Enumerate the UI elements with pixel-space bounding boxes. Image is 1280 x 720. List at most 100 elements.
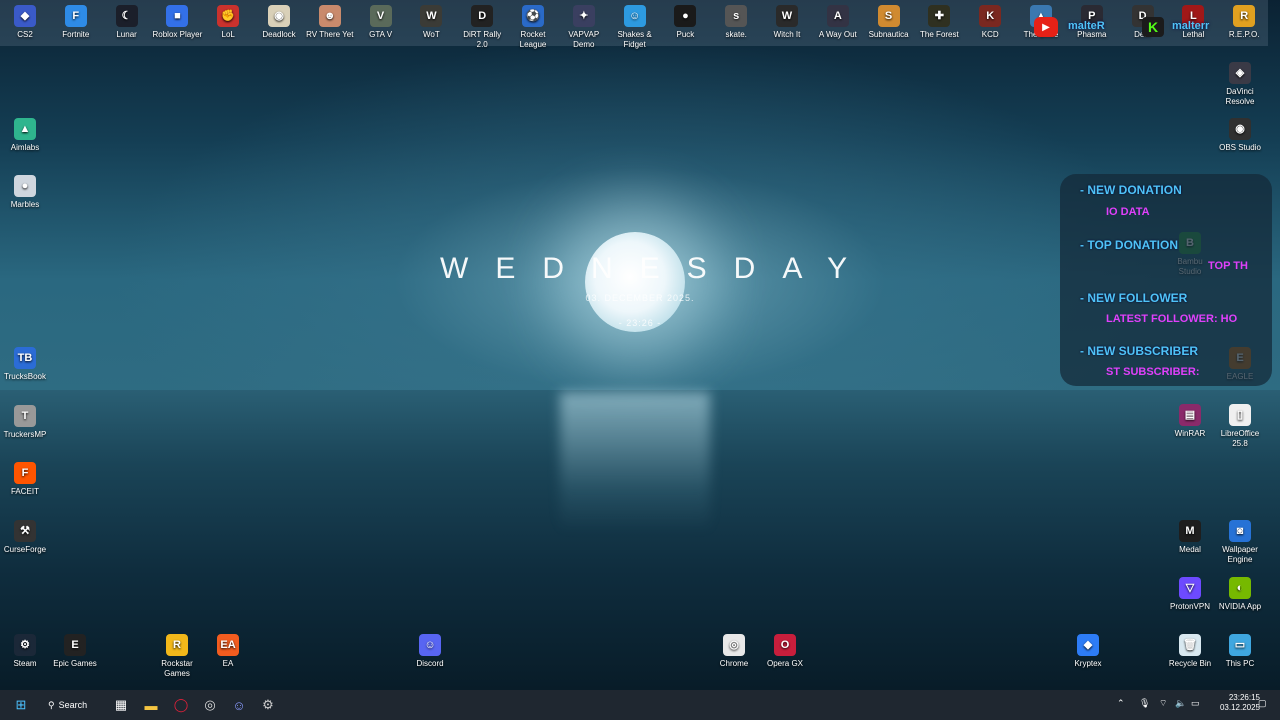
search-icon: ⚲: [48, 699, 55, 710]
desktop-icon-label: Subnautica: [868, 30, 909, 39]
desktop-icon-dirt-rally-2-0[interactable]: D DiRT Rally 2.0: [457, 5, 507, 50]
desktop-icon-ea[interactable]: EA EA: [203, 634, 253, 669]
desktop-icon-puck[interactable]: ● Puck: [660, 5, 710, 40]
desktop-icon-protonvpn[interactable]: ▽ ProtonVPN: [1165, 577, 1215, 612]
youtube-icon: ▶: [1034, 17, 1058, 37]
desktop-icon-this-pc[interactable]: ▭ This PC: [1215, 634, 1265, 669]
dirt-rally-2-0-icon: D: [471, 5, 494, 27]
a-way-out-icon: A: [826, 5, 849, 27]
desktop-icon-nvidia-app[interactable]: ◐ NVIDIA App: [1215, 577, 1265, 612]
desktop-icon-davinci-resolve[interactable]: ◈ DaVinci Resolve: [1215, 62, 1265, 107]
kryptex-icon: ◆: [1077, 634, 1099, 656]
desktop-icon-roblox-player[interactable]: ■ Roblox Player: [152, 5, 202, 40]
desktop-icon-lol[interactable]: ✊ LoL: [203, 5, 253, 40]
discord-taskbar-icon[interactable]: ☺: [228, 694, 250, 716]
desktop-icon-label: VAPVAP Demo: [568, 30, 600, 49]
desktop-icon-label: Medal: [1179, 545, 1201, 554]
obs-studio-icon: ◉: [1229, 118, 1251, 140]
desktop-icon-discord[interactable]: ☺ Discord: [405, 634, 455, 669]
brand-name-youtube: malteR: [1068, 20, 1105, 32]
desktop-icon-steam[interactable]: ⚙ Steam: [0, 634, 50, 669]
desktop-icon-deadlock[interactable]: ◉ Deadlock: [254, 5, 304, 40]
shakes-fidget-icon: ☺: [623, 5, 646, 27]
rv-there-yet-icon: ☻: [318, 5, 341, 27]
desktop-icon-label: Steam: [13, 659, 37, 668]
microphone-icon[interactable]: 🎙: [1139, 698, 1150, 709]
file-explorer-taskbar-icon[interactable]: ▬: [140, 694, 162, 716]
desktop-icon-fortnite[interactable]: F Fortnite: [51, 5, 101, 40]
desktop-icon-truckersmp[interactable]: T TruckersMP: [0, 405, 50, 440]
start-button[interactable]: ⊞: [10, 694, 32, 716]
desktop-icon-recycle-bin[interactable]: 🗑 Recycle Bin: [1165, 634, 1215, 669]
rocket-league-icon: ⚽: [522, 5, 544, 27]
widget-time: - 23:26 -: [618, 318, 662, 328]
opera-gx-taskbar-icon[interactable]: ◯: [170, 694, 192, 716]
desktop-icon-label: NVIDIA App: [1218, 602, 1262, 611]
desktop-icon-skate[interactable]: s skate.: [711, 5, 761, 40]
witch-it-icon: W: [776, 5, 798, 27]
desktop-icon-epic-games[interactable]: E Epic Games: [50, 634, 100, 669]
desktop-icon-label: ProtonVPN: [1169, 602, 1211, 611]
desktop-icon-label: Rockstar Games: [161, 659, 193, 678]
battery-icon[interactable]: ▭: [1191, 698, 1200, 709]
ea-icon: EA: [217, 634, 239, 656]
lunar-icon: ☾: [115, 5, 138, 27]
desktop-icon-chrome[interactable]: ◎ Chrome: [709, 634, 759, 669]
notification-icon[interactable]: ▢: [1258, 698, 1267, 709]
desktop-icon-kryptex[interactable]: ◆ Kryptex: [1063, 634, 1113, 669]
desktop-icon-label: The Forest: [920, 30, 959, 39]
vapvap-demo-icon: ✦: [572, 5, 595, 27]
desktop-icon-label: TrucksBook: [4, 372, 46, 381]
desktop-icon-shakes-fidget[interactable]: ☺ Shakes & Fidget: [610, 5, 660, 50]
desktop-icon-libreoffice-25-8[interactable]: ▯ LibreOffice 25.8: [1215, 404, 1265, 449]
search-button[interactable]: ⚲ Search: [48, 695, 106, 715]
wifi-icon[interactable]: ⌔: [1159, 698, 1167, 709]
desktop-icon-wallpaper-engine[interactable]: ◙ Wallpaper Engine: [1215, 520, 1265, 565]
desktop-icon-vapvap-demo[interactable]: ✦ VAPVAP Demo: [559, 5, 609, 50]
desktop-icon-rocket-league[interactable]: ⚽ Rocket League: [508, 5, 558, 50]
desktop-icon-opera-gx[interactable]: O Opera GX: [760, 634, 810, 669]
desktop-icon-a-way-out[interactable]: A A Way Out: [813, 5, 863, 40]
desktop-icon-marbles[interactable]: ● Marbles: [0, 175, 50, 210]
new-subscriber-heading: - NEW SUBSCRIBER: [1080, 344, 1199, 358]
desktop-icon-curseforge[interactable]: ⚒ CurseForge: [0, 520, 50, 555]
desktop-icon-gta-v[interactable]: V GTA V: [356, 5, 406, 40]
desktop-icon-cs2[interactable]: ◆ CS2: [0, 5, 50, 40]
libreoffice-25-8-icon: ▯: [1229, 404, 1251, 426]
desktop-icon-witch-it[interactable]: W Witch It: [762, 5, 812, 40]
desktop-icon-subnautica[interactable]: S Subnautica: [864, 5, 914, 40]
desktop-icon-obs-studio[interactable]: ◉ OBS Studio: [1215, 118, 1265, 153]
desktop-icon-label: LoL: [221, 30, 235, 39]
protonvpn-icon: ▽: [1179, 577, 1201, 599]
new-donation-value: IO DATA: [1106, 206, 1150, 218]
widgets-taskbar-icon[interactable]: ▦: [110, 694, 132, 716]
puck-icon: ●: [674, 5, 697, 27]
volume-icon[interactable]: 🔈: [1175, 698, 1186, 709]
chrome-taskbar-icon[interactable]: ◎: [199, 694, 221, 716]
desktop-icon-label: RV There Yet: [306, 30, 354, 39]
desktop-icon-aimlabs[interactable]: ▲ Aimlabs: [0, 118, 50, 153]
desktop-icon-trucksbook[interactable]: TB TrucksBook: [0, 347, 50, 382]
desktop-icon-lunar[interactable]: ☾ Lunar: [102, 5, 152, 40]
desktop-icon-kcd[interactable]: K KCD: [965, 5, 1015, 40]
desktop-icon-rv-there-yet[interactable]: ☻ RV There Yet: [305, 5, 355, 40]
desktop-icon-wot[interactable]: W WoT: [406, 5, 456, 40]
desktop-icon-rockstar-games[interactable]: R Rockstar Games: [152, 634, 202, 679]
desktop-icon-the-forest[interactable]: ✚ The Forest: [914, 5, 964, 40]
desktop-icon-label: FACEIT: [10, 487, 39, 496]
taskbar-clock[interactable]: 23:26:15 03.12.2025: [1200, 693, 1260, 713]
desktop-icon-r-e-p-o[interactable]: R R.E.P.O.: [1219, 5, 1269, 40]
skate-icon: s: [725, 5, 748, 27]
chevron-up-icon[interactable]: ⌃: [1117, 698, 1125, 709]
desktop-icon-faceit[interactable]: F FACEIT: [0, 462, 50, 497]
discord-icon: ☺: [419, 634, 441, 656]
desktop-icon-medal[interactable]: M Medal: [1165, 520, 1215, 555]
kcd-icon: K: [979, 5, 1002, 27]
steam-taskbar-icon[interactable]: ⚙: [257, 694, 279, 716]
this-pc-icon: ▭: [1229, 634, 1251, 656]
desktop-icon-label: DiRT Rally 2.0: [463, 30, 502, 49]
cs2-icon: ◆: [14, 5, 36, 27]
medal-icon: M: [1179, 520, 1201, 542]
desktop-icon-winrar[interactable]: ▤ WinRAR: [1165, 404, 1215, 439]
new-subscriber-value: ST SUBSCRIBER:: [1106, 366, 1200, 378]
